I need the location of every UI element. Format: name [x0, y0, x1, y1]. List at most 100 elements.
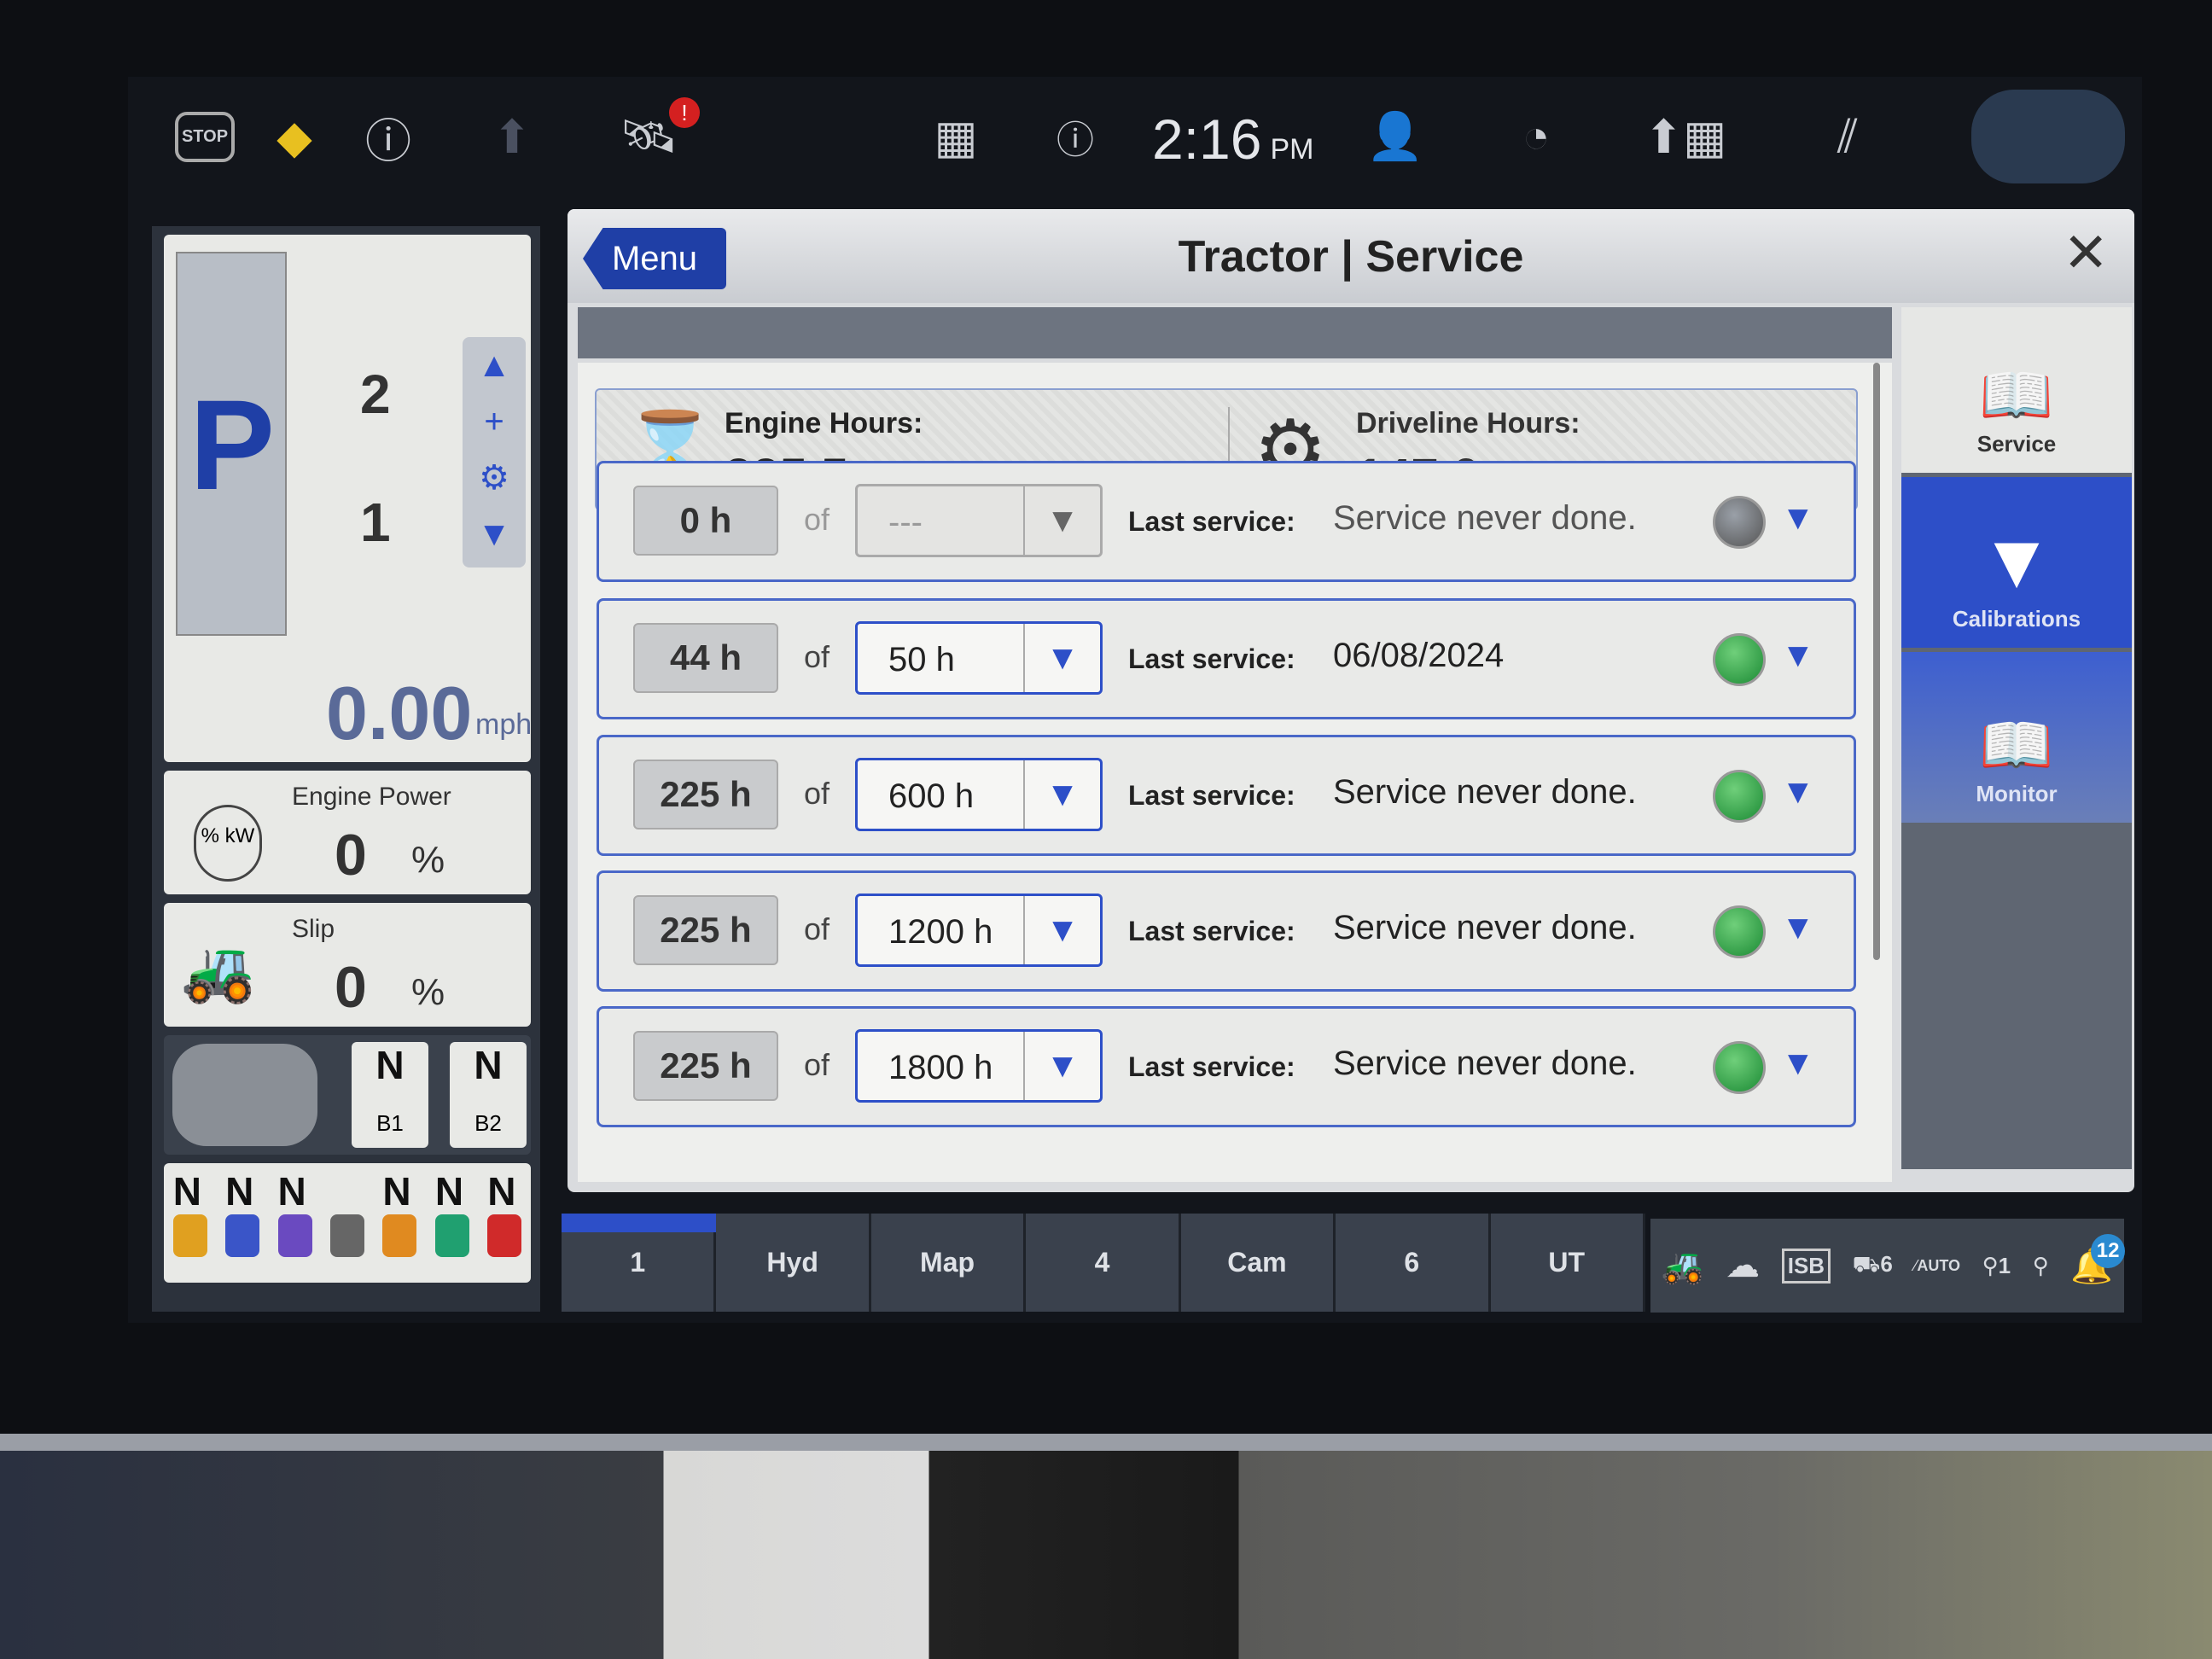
layout-icon[interactable]: ⬆▦: [1639, 102, 1732, 171]
tractor-transfer-icon[interactable]: 🚜: [1662, 1246, 1704, 1286]
last-service-value: Service never done.: [1333, 499, 1637, 537]
expand-arrow-icon[interactable]: ▼: [1781, 1045, 1815, 1083]
bottom-tabs: 1 Hyd Map 4 Cam 6 UT: [562, 1214, 1645, 1312]
interval-select[interactable]: 50 h ▼: [855, 621, 1103, 695]
expand-arrow-icon[interactable]: ▼: [1781, 637, 1815, 675]
status-led: [1713, 1041, 1766, 1094]
service-list: ⌛ Engine Hours: 225.5 ⚙ Driveline Hours:…: [578, 363, 1892, 1182]
driveline-hours-label: Driveline Hours:: [1356, 407, 1580, 439]
valve-4[interactable]: [329, 1168, 364, 1283]
status-led: [1713, 496, 1766, 549]
sidebar-calibrations[interactable]: ▼ Calibrations: [1901, 477, 2132, 648]
notification-count: 12: [2091, 1233, 2126, 1268]
remote-status-2-icon[interactable]: ⚲: [2033, 1253, 2049, 1279]
arrow-up-icon[interactable]: ⬆: [478, 102, 546, 171]
tab-cam[interactable]: Cam: [1180, 1214, 1336, 1312]
tab-ut[interactable]: UT: [1490, 1214, 1645, 1312]
remote-b1[interactable]: N B1: [352, 1042, 428, 1148]
valve-3[interactable]: N: [277, 1168, 312, 1283]
interval-select[interactable]: 600 h ▼: [855, 758, 1103, 831]
weather-icon[interactable]: ☁: [1726, 1246, 1760, 1285]
active-tab-indicator: [562, 1214, 716, 1232]
tab-6[interactable]: 6: [1336, 1214, 1491, 1312]
monitor-book-icon: 📖: [1979, 712, 2054, 778]
of-label: of: [804, 1047, 830, 1082]
interval-select[interactable]: 1200 h ▼: [855, 894, 1103, 967]
shift-control[interactable]: ▲ + ⚙ ▼: [463, 337, 526, 568]
chevron-down-icon: ▼: [1023, 760, 1100, 829]
engine-power-icon: % kW: [194, 805, 262, 882]
status-bar: 🚜 ☁ ISB ⛟6 ⁄AUTO ⚲1 ⚲ 🔔 12: [1650, 1219, 2126, 1313]
auto-label: AUTO: [1917, 1256, 1961, 1274]
current-hours: 44 h: [633, 623, 778, 693]
sidebar-calibrations-label: Calibrations: [1952, 606, 2081, 632]
last-service-label: Last service:: [1128, 780, 1295, 811]
expand-arrow-icon[interactable]: ▼: [1781, 773, 1815, 812]
remote-b2-state: N: [474, 1043, 503, 1087]
remote-b2[interactable]: N B2: [450, 1042, 527, 1148]
slip-label: Slip: [292, 915, 335, 943]
current-hours: 0 h: [633, 486, 778, 556]
field-icon[interactable]: ⫽: [1801, 102, 1895, 171]
valve-1[interactable]: N: [172, 1168, 207, 1283]
valve-7[interactable]: N: [487, 1168, 522, 1283]
sidebar-monitor[interactable]: 📖 Monitor: [1901, 652, 2132, 823]
slip-value: 0: [335, 955, 367, 1020]
interval-value: ---: [888, 504, 923, 541]
expand-arrow-icon[interactable]: ▼: [1781, 909, 1815, 947]
valve-6-state: N: [434, 1169, 464, 1214]
current-hours: 225 h: [633, 760, 778, 830]
range-lower: 1: [360, 492, 391, 553]
help-icon[interactable]: ⓘ: [1041, 102, 1109, 171]
last-service-value: Service never done.: [1333, 1045, 1637, 1082]
interval-select[interactable]: --- ▼: [855, 484, 1103, 557]
remote-panel: N B1 N B2: [164, 1035, 531, 1155]
auto-icon[interactable]: ⁄AUTO: [1914, 1257, 1960, 1275]
last-service-value: Service never done.: [1333, 773, 1637, 811]
service-row: 225 h of 1200 h ▼ Last service: Service n…: [597, 870, 1856, 992]
interval-value: 1200 h: [888, 913, 993, 951]
sidebar-monitor-label: Monitor: [1976, 781, 2058, 806]
info-icon[interactable]: ⓘ: [350, 102, 427, 171]
status-led: [1713, 633, 1766, 686]
remote-status-icon[interactable]: ⚲1: [1982, 1253, 2011, 1279]
tab-4[interactable]: 4: [1026, 1214, 1181, 1312]
chevron-down-icon: ▼: [1023, 1032, 1100, 1100]
satellite-icon[interactable]: 🛰!: [597, 97, 700, 171]
isb-icon[interactable]: ISB: [1781, 1248, 1831, 1284]
expand-arrow-icon[interactable]: ▼: [1781, 499, 1815, 538]
triangle-down-icon: ▼: [1978, 519, 2055, 604]
scrollbar[interactable]: [1873, 363, 1880, 960]
auto-guidance-button[interactable]: [1971, 90, 2125, 183]
last-service-label: Last service:: [1128, 643, 1295, 674]
remote-b2-label: B2: [474, 1110, 502, 1136]
interval-value: 600 h: [888, 777, 975, 815]
implement-count: 6: [1880, 1250, 1893, 1277]
stop-button[interactable]: STOP: [171, 102, 239, 171]
valve-2[interactable]: N: [225, 1168, 260, 1283]
notifications-bell-icon[interactable]: 🔔 12: [2070, 1233, 2126, 1286]
sidebar-service-label: Service: [1976, 431, 2057, 457]
valve-5[interactable]: N: [382, 1168, 417, 1283]
service-sidebar: 📖 Service ▼ Calibrations 📖 Monitor: [1901, 307, 2132, 1169]
user-icon[interactable]: 👤: [1357, 102, 1434, 171]
warning-icon[interactable]: ◆: [260, 102, 329, 171]
tab-hyd[interactable]: Hyd: [716, 1214, 871, 1312]
valve-2-state: N: [225, 1169, 254, 1214]
service-row: 225 h of 600 h ▼ Last service: Service ne…: [597, 735, 1856, 856]
close-icon[interactable]: ✕: [2063, 221, 2109, 285]
apps-grid-icon[interactable]: ▦: [922, 102, 990, 171]
clock: 2:16 PM: [1152, 107, 1313, 172]
joystick-icon[interactable]: [172, 1044, 317, 1146]
chevron-down-icon: ▼: [1023, 896, 1100, 964]
transmission-panel: P 2 1 ▲ + ⚙ ▼ 0.00 mph: [164, 235, 532, 762]
performance-gauge-icon[interactable]: ◔: [1493, 102, 1579, 171]
implement-icon[interactable]: ⛟6: [1853, 1251, 1893, 1281]
interval-select[interactable]: 1800 h ▼: [855, 1029, 1103, 1103]
valve-6[interactable]: N: [434, 1168, 469, 1283]
engine-hours-label: Engine Hours:: [725, 407, 923, 439]
tab-map[interactable]: Map: [870, 1214, 1027, 1312]
sidebar-service[interactable]: 📖 Service: [1901, 307, 2132, 473]
gear-indicator: P: [189, 373, 276, 516]
gps-alert-badge: !: [669, 97, 700, 128]
